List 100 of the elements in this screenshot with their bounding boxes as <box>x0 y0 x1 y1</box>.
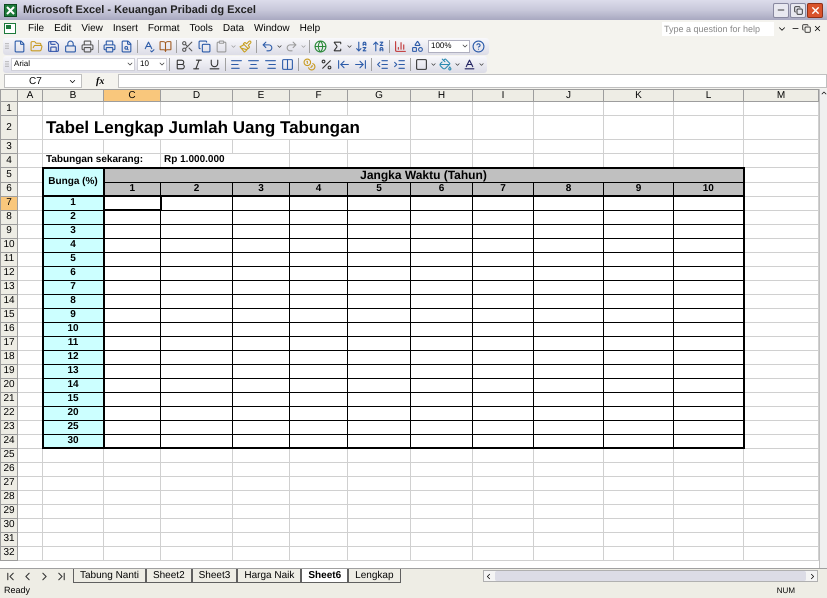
column-header[interactable]: H <box>410 90 472 102</box>
scroll-left-icon[interactable] <box>484 572 493 580</box>
drawing-icon[interactable] <box>411 40 424 52</box>
row-header[interactable]: 32 <box>0 546 18 560</box>
clipboard-icon[interactable] <box>215 40 228 52</box>
fill-color-icon[interactable] <box>439 58 452 70</box>
caret-icon[interactable] <box>158 60 166 68</box>
menu-item[interactable]: Help <box>294 21 326 36</box>
row-header[interactable]: 2 <box>0 116 18 140</box>
restore-button[interactable] <box>790 2 806 18</box>
save-icon[interactable] <box>47 40 60 52</box>
sheet-tab[interactable]: Harga Naik <box>237 569 302 583</box>
menu-item[interactable]: Window <box>249 21 295 36</box>
align-left-icon[interactable] <box>230 58 243 70</box>
active-cell[interactable] <box>104 196 160 210</box>
row-header[interactable]: 29 <box>0 504 18 518</box>
caret-icon[interactable] <box>461 42 469 50</box>
italic-icon[interactable] <box>191 58 204 70</box>
row-header[interactable]: 21 <box>0 392 18 406</box>
row-header[interactable]: 18 <box>0 350 18 364</box>
function-label[interactable]: fx <box>82 74 118 88</box>
row-header[interactable]: 5 <box>0 168 18 182</box>
sum-icon[interactable] <box>331 40 344 52</box>
horizontal-scrollbar[interactable] <box>483 570 818 582</box>
caret-icon[interactable] <box>430 60 437 68</box>
scroll-right-icon[interactable] <box>808 572 817 580</box>
font-field[interactable]: Arial <box>11 58 135 70</box>
help-search-field[interactable]: Type a question for help <box>662 22 774 36</box>
row-header[interactable]: 11 <box>0 252 18 266</box>
borders-icon[interactable] <box>415 58 428 70</box>
menu-item[interactable]: View <box>76 21 108 36</box>
row-header[interactable]: 24 <box>0 434 18 448</box>
outdent-icon[interactable] <box>376 58 389 70</box>
menu-item[interactable]: Insert <box>108 21 143 36</box>
chart-icon[interactable] <box>394 40 407 52</box>
minimize-button[interactable] <box>773 2 789 18</box>
scissors-icon[interactable] <box>181 40 194 52</box>
caret-icon[interactable] <box>126 60 134 68</box>
row-header[interactable]: 25 <box>0 448 18 462</box>
row-header[interactable]: 6 <box>0 182 18 196</box>
grip-icon[interactable] <box>3 40 11 52</box>
column-header[interactable]: M <box>744 90 818 102</box>
row-header[interactable]: 28 <box>0 490 18 504</box>
row-header[interactable]: 27 <box>0 476 18 490</box>
row-header[interactable]: 3 <box>0 140 18 154</box>
caret-icon[interactable] <box>346 42 353 50</box>
zoom-field[interactable]: 100% <box>428 40 470 52</box>
row-header[interactable]: 23 <box>0 420 18 434</box>
sheet-tab[interactable]: Sheet2 <box>146 569 192 583</box>
sheet-tab[interactable]: Lengkap <box>348 569 401 583</box>
row-header[interactable]: 31 <box>0 532 18 546</box>
sort-ascending-icon[interactable] <box>355 40 368 52</box>
column-header[interactable]: B <box>42 90 104 102</box>
bold-icon[interactable] <box>174 58 187 70</box>
row-header[interactable]: 26 <box>0 462 18 476</box>
caret-icon[interactable] <box>454 60 461 68</box>
menu-item[interactable]: Format <box>142 21 185 36</box>
lock-icon[interactable] <box>64 40 77 52</box>
column-header[interactable]: K <box>604 90 674 102</box>
name-box[interactable]: C7 <box>4 74 82 88</box>
row-header[interactable]: 9 <box>0 224 18 238</box>
spell-check-icon[interactable] <box>142 40 155 52</box>
menu-item[interactable]: Edit <box>49 21 76 36</box>
font-color-icon[interactable] <box>463 58 476 70</box>
column-header[interactable]: J <box>534 90 604 102</box>
percent-icon[interactable] <box>320 58 333 70</box>
last-sheet-icon[interactable] <box>55 570 68 582</box>
row-header[interactable]: 30 <box>0 518 18 532</box>
column-header[interactable]: C <box>104 90 160 102</box>
row-header[interactable]: 12 <box>0 266 18 280</box>
column-header[interactable]: G <box>348 90 410 102</box>
column-header[interactable]: I <box>472 90 534 102</box>
restore-icon[interactable] <box>794 6 802 14</box>
row-header[interactable]: 17 <box>0 336 18 350</box>
sheet-tab[interactable]: Sheet6 <box>301 569 348 583</box>
sort-descending-icon[interactable] <box>372 40 385 52</box>
formula-field[interactable] <box>118 74 827 88</box>
sheet-tab[interactable]: Sheet3 <box>192 569 238 583</box>
print-preview-icon[interactable] <box>120 40 133 52</box>
scroll-up-icon[interactable] <box>820 89 827 97</box>
row-header[interactable]: 20 <box>0 378 18 392</box>
restore-icon[interactable] <box>802 24 811 33</box>
row-header[interactable]: 14 <box>0 294 18 308</box>
column-header[interactable]: A <box>18 90 42 102</box>
help-icon[interactable] <box>472 40 485 52</box>
menu-item[interactable]: Tools <box>184 21 218 36</box>
row-header[interactable]: 22 <box>0 406 18 420</box>
printer-icon[interactable] <box>81 40 94 52</box>
row-header[interactable]: 10 <box>0 238 18 252</box>
underline-icon[interactable] <box>208 58 221 70</box>
vertical-scrollbar[interactable] <box>819 89 827 568</box>
menu-item[interactable]: File <box>23 21 50 36</box>
book-icon[interactable] <box>159 40 172 52</box>
row-header[interactable]: 7 <box>0 196 18 210</box>
grip-icon[interactable] <box>3 58 11 70</box>
row-header[interactable]: 1 <box>0 102 18 116</box>
indent-icon[interactable] <box>393 58 406 70</box>
font-size-field[interactable]: 10 <box>137 58 167 70</box>
column-header[interactable]: L <box>674 90 744 102</box>
printer-icon[interactable] <box>103 40 116 52</box>
